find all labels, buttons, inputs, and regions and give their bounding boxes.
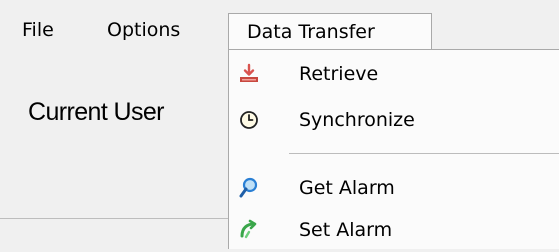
menu-separator [289, 153, 559, 154]
menu-item-get-alarm-label: Get Alarm [299, 177, 395, 199]
menu-data-transfer[interactable]: Data Transfer [228, 13, 432, 49]
download-arrow-icon [237, 62, 261, 86]
menu-item-set-alarm[interactable]: Set Alarm [229, 208, 559, 252]
menu-file[interactable]: File [12, 15, 64, 45]
clock-icon [237, 108, 261, 132]
green-arrow-icon [237, 218, 261, 242]
menu-item-retrieve-label: Retrieve [299, 63, 379, 85]
menu-item-synchronize-label: Synchronize [299, 109, 415, 131]
data-transfer-dropdown: Retrieve Synchronize Get Alarm Set Alarm [228, 49, 559, 249]
current-user-label: Current User [28, 98, 165, 126]
menu-item-get-alarm[interactable]: Get Alarm [229, 166, 559, 210]
panel-divider [0, 218, 230, 219]
magnifier-icon [237, 176, 261, 200]
menu-item-set-alarm-label: Set Alarm [299, 219, 393, 241]
menu-options[interactable]: Options [97, 15, 190, 45]
menu-bar: File Options Data Transfer [0, 0, 559, 50]
menu-item-retrieve[interactable]: Retrieve [229, 52, 559, 96]
menu-item-synchronize[interactable]: Synchronize [229, 98, 559, 142]
